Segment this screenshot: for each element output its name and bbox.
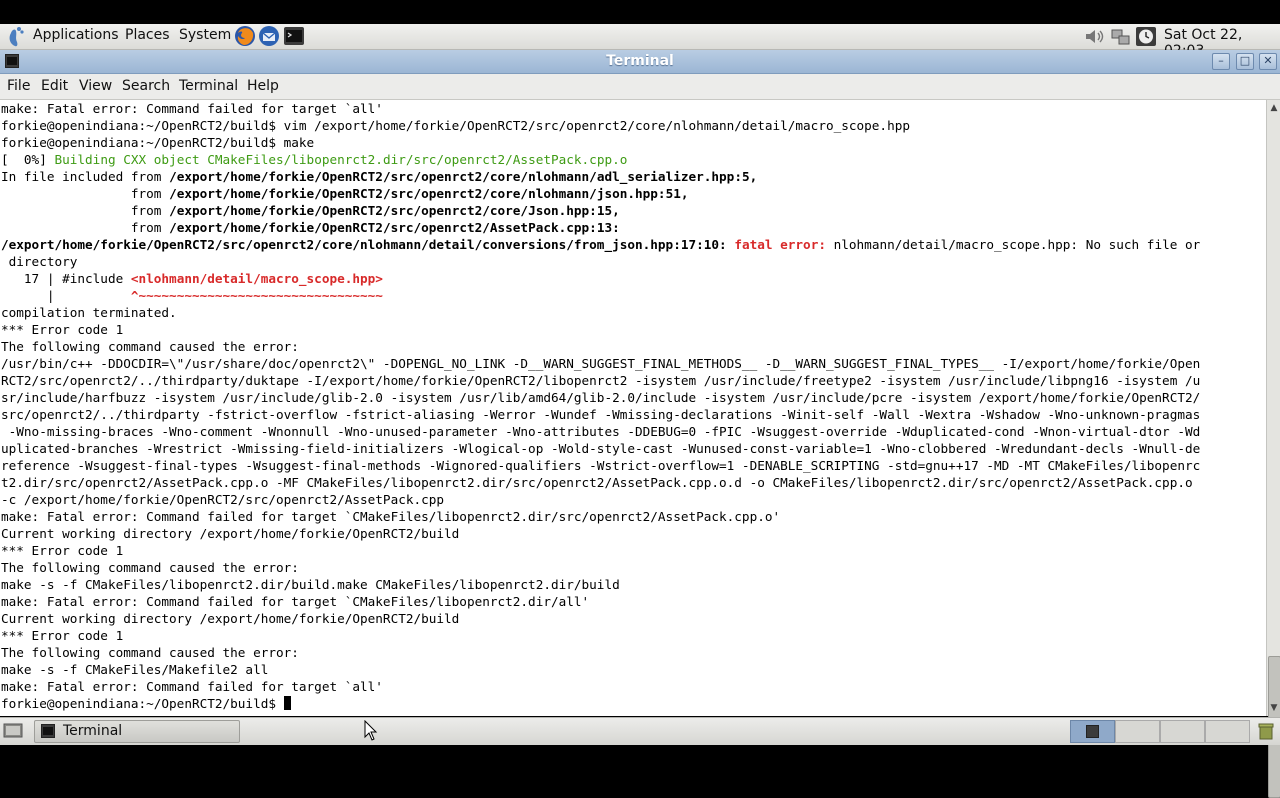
- terminal-task-icon: [41, 724, 55, 738]
- window-titlebar[interactable]: Terminal – □ ✕: [0, 50, 1280, 74]
- scroll-up-arrow-icon[interactable]: ▲: [1267, 101, 1280, 115]
- terminal-line: In file included from /export/home/forki…: [1, 168, 757, 185]
- workspace-2[interactable]: [1115, 720, 1160, 743]
- terminal-line: The following command caused the error:: [1, 560, 299, 575]
- include-path: /export/home/forkie/OpenRCT2/src/openrct…: [169, 186, 689, 201]
- terminal-line: /export/home/forkie/OpenRCT2/src/openrct…: [1, 236, 1200, 253]
- terminal-line: from /export/home/forkie/OpenRCT2/src/op…: [1, 185, 689, 202]
- network-icon[interactable]: [1110, 27, 1132, 46]
- top-panel: Applications Places System Sat Oct 22, 0…: [0, 24, 1280, 59]
- menu-edit[interactable]: Edit: [41, 78, 68, 94]
- terminal-line: *** Error code 1: [1, 628, 124, 643]
- terminal-line: *** Error code 1: [1, 322, 124, 337]
- applications-menu[interactable]: Applications: [33, 27, 119, 43]
- include-prefix: In file included from: [1, 169, 170, 184]
- scroll-down-arrow-icon[interactable]: ▼: [1267, 701, 1280, 715]
- terminal-line: from /export/home/forkie/OpenRCT2/src/op…: [1, 202, 620, 219]
- terminal-line: The following command caused the error:: [1, 339, 299, 354]
- build-status-text: Building CXX object CMakeFiles/libopenrc…: [54, 152, 628, 167]
- source-line-prefix: 17 | #include: [1, 271, 131, 286]
- bottom-panel: Terminal: [0, 717, 1280, 745]
- terminal-line: make: Fatal error: Command failed for ta…: [1, 679, 383, 694]
- mouse-pointer-icon: [364, 720, 378, 741]
- workspace-1[interactable]: [1070, 720, 1115, 743]
- terminal-prompt-line[interactable]: forkie@openindiana:~/OpenRCT2/build$: [1, 695, 291, 712]
- taskbar-terminal-button[interactable]: Terminal: [34, 720, 240, 743]
- workspace-3[interactable]: [1160, 720, 1205, 743]
- terminal-line: directory: [1, 254, 78, 269]
- workspace-switcher: [1070, 720, 1250, 743]
- terminal-line: Current working directory /export/home/f…: [1, 526, 460, 541]
- places-menu[interactable]: Places: [125, 27, 170, 43]
- foot-logo-icon[interactable]: [6, 26, 26, 47]
- source-highlight: <nlohmann/detail/macro_scope.hpp>: [130, 271, 383, 286]
- terminal-line: make: Fatal error: Command failed for ta…: [1, 594, 590, 609]
- terminal-launcher-icon[interactable]: [283, 25, 305, 47]
- terminal-line: t2.dir/src/openrct2/AssetPack.cpp.o -MF …: [1, 475, 1193, 490]
- trash-icon[interactable]: [1256, 721, 1276, 741]
- terminal-line: -Wno-missing-braces -Wno-comment -Wnonnu…: [1, 424, 1201, 439]
- terminal-line: Current working directory /export/home/f…: [1, 611, 460, 626]
- terminal-line: -c /export/home/forkie/OpenRCT2/src/open…: [1, 492, 445, 507]
- terminal-line: 17 | #include <nlohmann/detail/macro_sco…: [1, 270, 383, 287]
- menu-bar: File Edit View Search Terminal Help: [0, 74, 1280, 100]
- caret-prefix: |: [1, 288, 131, 303]
- terminal-line: The following command caused the error:: [1, 645, 299, 660]
- system-menu[interactable]: System: [179, 27, 231, 43]
- terminal-line: from /export/home/forkie/OpenRCT2/src/op…: [1, 219, 620, 236]
- menu-search[interactable]: Search: [122, 78, 170, 94]
- maximize-button[interactable]: □: [1236, 53, 1254, 70]
- caret-marker: ^~~~~~~~~~~~~~~~~~~~~~~~~~~~~~~~~: [130, 288, 383, 303]
- terminal-line: make -s -f CMakeFiles/Makefile2 all: [1, 662, 269, 677]
- terminal-line: sr/include/harfbuzz -isystem /usr/includ…: [1, 390, 1201, 405]
- workspace-window-icon: [1086, 725, 1099, 738]
- terminal-line: RCT2/src/openrct2/../thirdparty/duktape …: [1, 373, 1201, 388]
- terminal-line: make: Fatal error: Command failed for ta…: [1, 101, 383, 116]
- shell-prompt: forkie@openindiana:~/OpenRCT2/build$: [1, 696, 284, 711]
- error-location: /export/home/forkie/OpenRCT2/src/openrct…: [1, 237, 735, 252]
- menu-terminal[interactable]: Terminal: [179, 78, 238, 94]
- include-path: /export/home/forkie/OpenRCT2/src/openrct…: [169, 203, 620, 218]
- error-message: nlohmann/detail/macro_scope.hpp: No such…: [833, 237, 1201, 252]
- text-cursor: [283, 696, 291, 710]
- clock-icon[interactable]: [1135, 26, 1157, 47]
- fatal-error-label: fatal error:: [734, 237, 834, 252]
- include-path: /export/home/forkie/OpenRCT2/src/openrct…: [169, 220, 620, 235]
- taskbar-terminal-label: Terminal: [63, 723, 123, 739]
- volume-icon[interactable]: [1084, 27, 1106, 46]
- terminal-line: forkie@openindiana:~/OpenRCT2/build$ mak…: [1, 135, 315, 150]
- include-prefix: from: [1, 220, 170, 235]
- terminal-line: [ 0%] Building CXX object CMakeFiles/lib…: [1, 151, 627, 168]
- terminal-line: src/openrct2/../thirdparty -fstrict-over…: [1, 407, 1201, 422]
- terminal-line: forkie@openindiana:~/OpenRCT2/build$ vim…: [1, 118, 910, 133]
- window-title: Terminal: [606, 53, 674, 69]
- terminal-output[interactable]: make: Fatal error: Command failed for ta…: [0, 100, 1266, 716]
- terminal-line: reference -Wsuggest-final-types -Wsugges…: [1, 458, 1201, 473]
- terminal-line: make: Fatal error: Command failed for ta…: [1, 509, 781, 524]
- terminal-line: /usr/bin/c++ -DDOCDIR=\"/usr/share/doc/o…: [1, 356, 1201, 371]
- show-desktop-icon[interactable]: [3, 722, 23, 740]
- firefox-icon[interactable]: [234, 25, 256, 47]
- terminal-line: *** Error code 1: [1, 543, 124, 558]
- terminal-line: uplicated-branches -Wrestrict -Wmissing-…: [1, 441, 1201, 456]
- terminal-scrollbar[interactable]: ▲ ▼: [1266, 100, 1280, 798]
- minimize-button[interactable]: –: [1212, 53, 1230, 70]
- progress-text: [ 0%]: [1, 152, 55, 167]
- terminal-line: compilation terminated.: [1, 305, 177, 320]
- menu-file[interactable]: File: [7, 78, 30, 94]
- terminal-line: | ^~~~~~~~~~~~~~~~~~~~~~~~~~~~~~~~~: [1, 287, 383, 304]
- thunderbird-icon[interactable]: [258, 25, 280, 47]
- include-prefix: from: [1, 203, 170, 218]
- workspace-4[interactable]: [1205, 720, 1250, 743]
- include-prefix: from: [1, 186, 170, 201]
- include-path: /export/home/forkie/OpenRCT2/src/openrct…: [169, 169, 758, 184]
- menu-view[interactable]: View: [79, 78, 112, 94]
- menu-help[interactable]: Help: [247, 78, 279, 94]
- terminal-line: make -s -f CMakeFiles/libopenrct2.dir/bu…: [1, 577, 620, 592]
- close-button[interactable]: ✕: [1259, 53, 1277, 70]
